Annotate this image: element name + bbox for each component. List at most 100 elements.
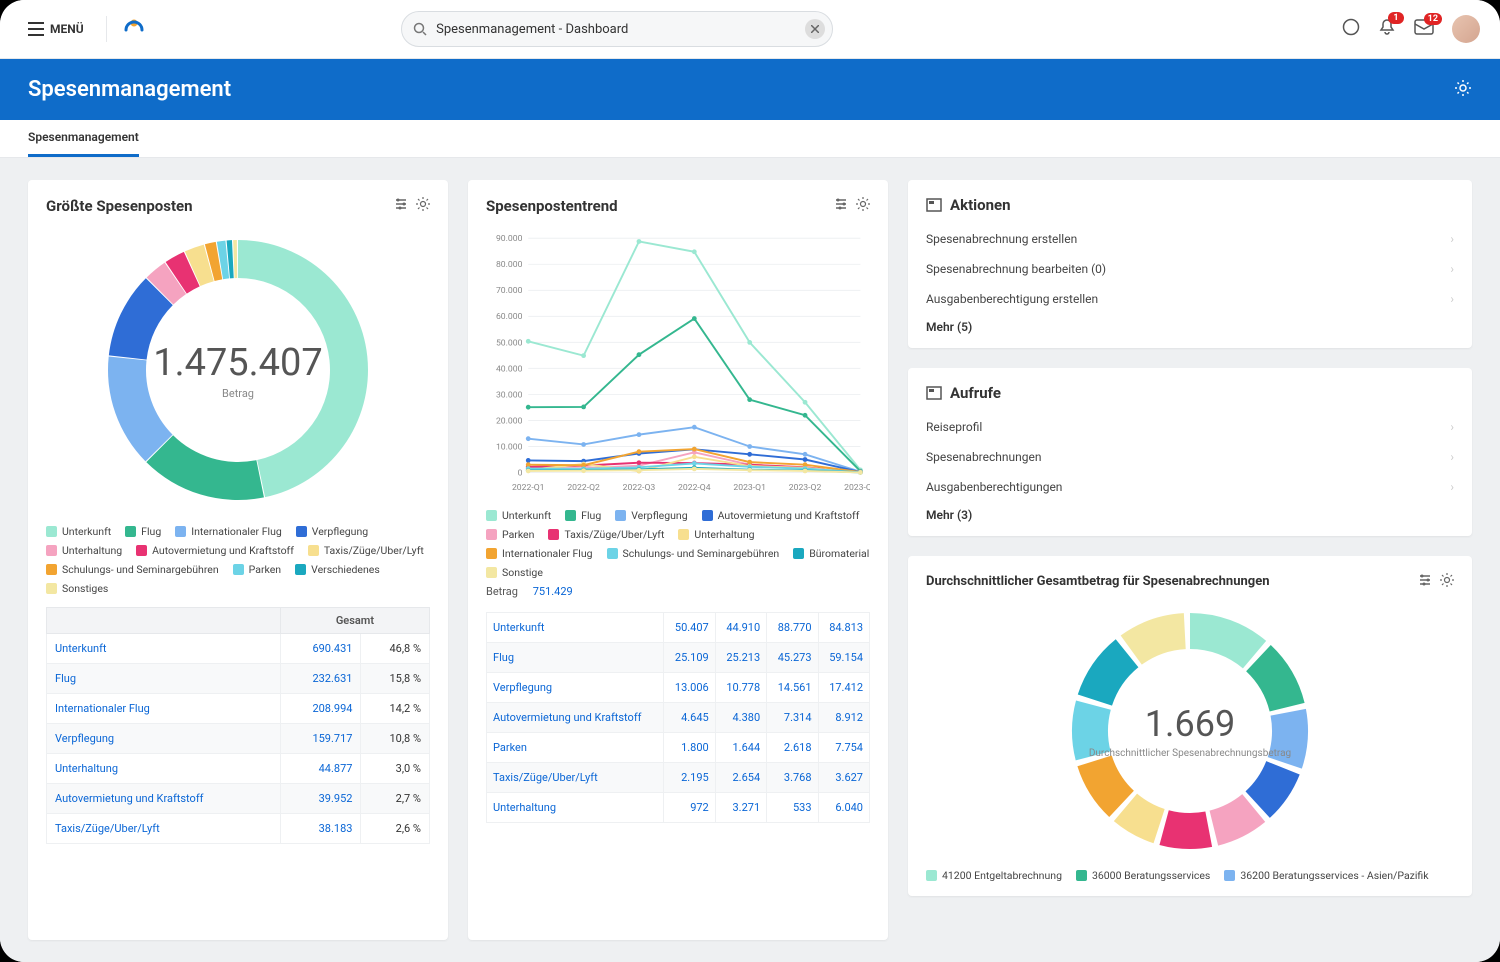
app-logo[interactable] [106,16,147,42]
view-item[interactable]: Spesenabrechnungen› [926,442,1454,472]
row-name[interactable]: Verpflegung [487,673,664,703]
row-value: 2.195 [664,763,715,793]
card1-filter-button[interactable] [394,196,408,215]
legend-item[interactable]: 36200 Beratungsservices - Asien/Pazifik [1224,869,1428,882]
legend-item[interactable]: Unterkunft [486,509,551,522]
row-pct: 15,8 % [361,664,430,694]
row-name[interactable]: Flug [487,643,664,673]
avatar[interactable] [1452,15,1480,43]
legend-item[interactable]: Internationaler Flug [486,547,593,560]
dashboard-content: Größte Spesenposten 1.475.407 Betrag Unt… [0,158,1500,962]
card-groesste-spesenposten: Größte Spesenposten 1.475.407 Betrag Unt… [28,180,448,940]
legend-label: Autovermietung und Kraftstoff [718,509,860,522]
row-name[interactable]: Internationaler Flug [47,694,281,724]
legend-swatch [486,567,497,578]
chat-icon [1342,18,1360,36]
views-more[interactable]: Mehr (3) [926,508,1454,522]
notification-count-badge: 1 [1388,12,1404,24]
legend-item[interactable]: Parken [233,563,281,576]
legend-item[interactable]: Flug [125,525,161,538]
legend-label: Verschiedenes [311,563,380,576]
action-item[interactable]: Spesenabrechnung erstellen› [926,224,1454,254]
legend-label: 41200 Entgeltabrechnung [942,869,1062,882]
legend-item[interactable]: Schulungs- und Seminargebühren [607,547,780,560]
legend-label: 36200 Beratungsservices - Asien/Pazifik [1240,869,1428,882]
row-name[interactable]: Flug [47,664,281,694]
card3-settings-button[interactable] [1440,572,1454,591]
page-header: Spesenmanagement [0,59,1500,120]
legend-item[interactable]: Verschiedenes [295,563,380,576]
table-row: Unterhaltung44.8773,0 % [47,754,430,784]
row-pct: 2,6 % [361,814,430,844]
card1-table: Gesamt Unterkunft690.43146,8 %Flug232.63… [46,607,430,844]
legend-swatch [175,526,186,537]
legend-item[interactable]: Taxis/Züge/Uber/Lyft [308,544,424,557]
inbox-count-badge: 12 [1424,13,1442,25]
view-item[interactable]: Ausgabenberechtigungen› [926,472,1454,502]
row-name[interactable]: Autovermietung und Kraftstoff [47,784,281,814]
legend-item[interactable]: Parken [486,528,534,541]
trend-line-chart: 010.00020.00030.00040.00050.00060.00070.… [486,225,870,505]
row-value: 17.412 [818,673,869,703]
legend-swatch [565,510,576,521]
donut2-legend: 41200 Entgeltabrechnung 36000 Beratungsse… [926,869,1454,882]
row-name[interactable]: Unterhaltung [47,754,281,784]
row-name[interactable]: Unterkunft [487,613,664,643]
workday-icon [123,18,145,40]
legend-item[interactable]: Autovermietung und Kraftstoff [136,544,294,557]
row-name[interactable]: Taxis/Züge/Uber/Lyft [47,814,281,844]
row-name[interactable]: Verpflegung [47,724,281,754]
legend-item[interactable]: Büromaterial [793,547,869,560]
row-value: 972 [664,793,715,823]
row-value: 45.273 [767,643,818,673]
legend-swatch [46,526,57,537]
legend-item[interactable]: 36000 Beratungsservices [1076,869,1210,882]
row-name[interactable]: Autovermietung und Kraftstoff [487,703,664,733]
legend-item[interactable]: Schulungs- und Seminargebühren [46,563,219,576]
legend-item[interactable]: Autovermietung und Kraftstoff [702,509,860,522]
row-name[interactable]: Unterkunft [47,634,281,664]
tab-spesenmanagement[interactable]: Spesenmanagement [28,120,139,157]
row-name[interactable]: Parken [487,733,664,763]
legend-item[interactable]: Sonstiges [46,582,108,595]
card2-filter-button[interactable] [834,196,848,215]
legend-label: Sonstiges [62,582,108,595]
legend-item[interactable]: Flug [565,509,601,522]
row-amount: 39.952 [280,784,361,814]
card-aktionen: Aktionen Spesenabrechnung erstellen›Spes… [908,180,1472,348]
legend-swatch [46,583,57,594]
row-value: 44.910 [715,613,766,643]
action-item[interactable]: Ausgabenberechtigung erstellen› [926,284,1454,314]
action-item[interactable]: Spesenabrechnung bearbeiten (0)› [926,254,1454,284]
row-value: 7.314 [767,703,818,733]
legend-swatch [1076,870,1087,881]
menu-button[interactable]: MENÜ [20,18,92,40]
card1-settings-button[interactable] [416,196,430,215]
notifications-button[interactable]: 1 [1378,18,1396,40]
legend-item[interactable]: Verpflegung [296,525,368,538]
legend-label: Parken [249,563,281,576]
legend-item[interactable]: Verpflegung [615,509,687,522]
clear-search-button[interactable] [805,19,825,39]
search-input[interactable]: Spesenmanagement - Dashboard [401,11,833,47]
legend-item[interactable]: Unterkunft [46,525,111,538]
legend-swatch [233,564,244,575]
legend-label: Verpflegung [631,509,687,522]
card3-filter-button[interactable] [1418,572,1432,591]
legend-item[interactable]: Unterhaltung [46,544,122,557]
row-name[interactable]: Unterhaltung [487,793,664,823]
legend-item[interactable]: Sonstige [486,566,543,579]
row-value: 3.768 [767,763,818,793]
legend-item[interactable]: Taxis/Züge/Uber/Lyft [548,528,664,541]
row-name[interactable]: Taxis/Züge/Uber/Lyft [487,763,664,793]
legend-item[interactable]: 41200 Entgeltabrechnung [926,869,1062,882]
page-settings-button[interactable] [1454,79,1472,101]
legend-swatch [296,526,307,537]
actions-more[interactable]: Mehr (5) [926,320,1454,334]
legend-item[interactable]: Internationaler Flug [175,525,282,538]
inbox-button[interactable]: 12 [1414,19,1434,39]
view-item[interactable]: Reiseprofil› [926,412,1454,442]
chat-button[interactable] [1342,18,1360,40]
legend-item[interactable]: Unterhaltung [678,528,754,541]
card2-settings-button[interactable] [856,196,870,215]
